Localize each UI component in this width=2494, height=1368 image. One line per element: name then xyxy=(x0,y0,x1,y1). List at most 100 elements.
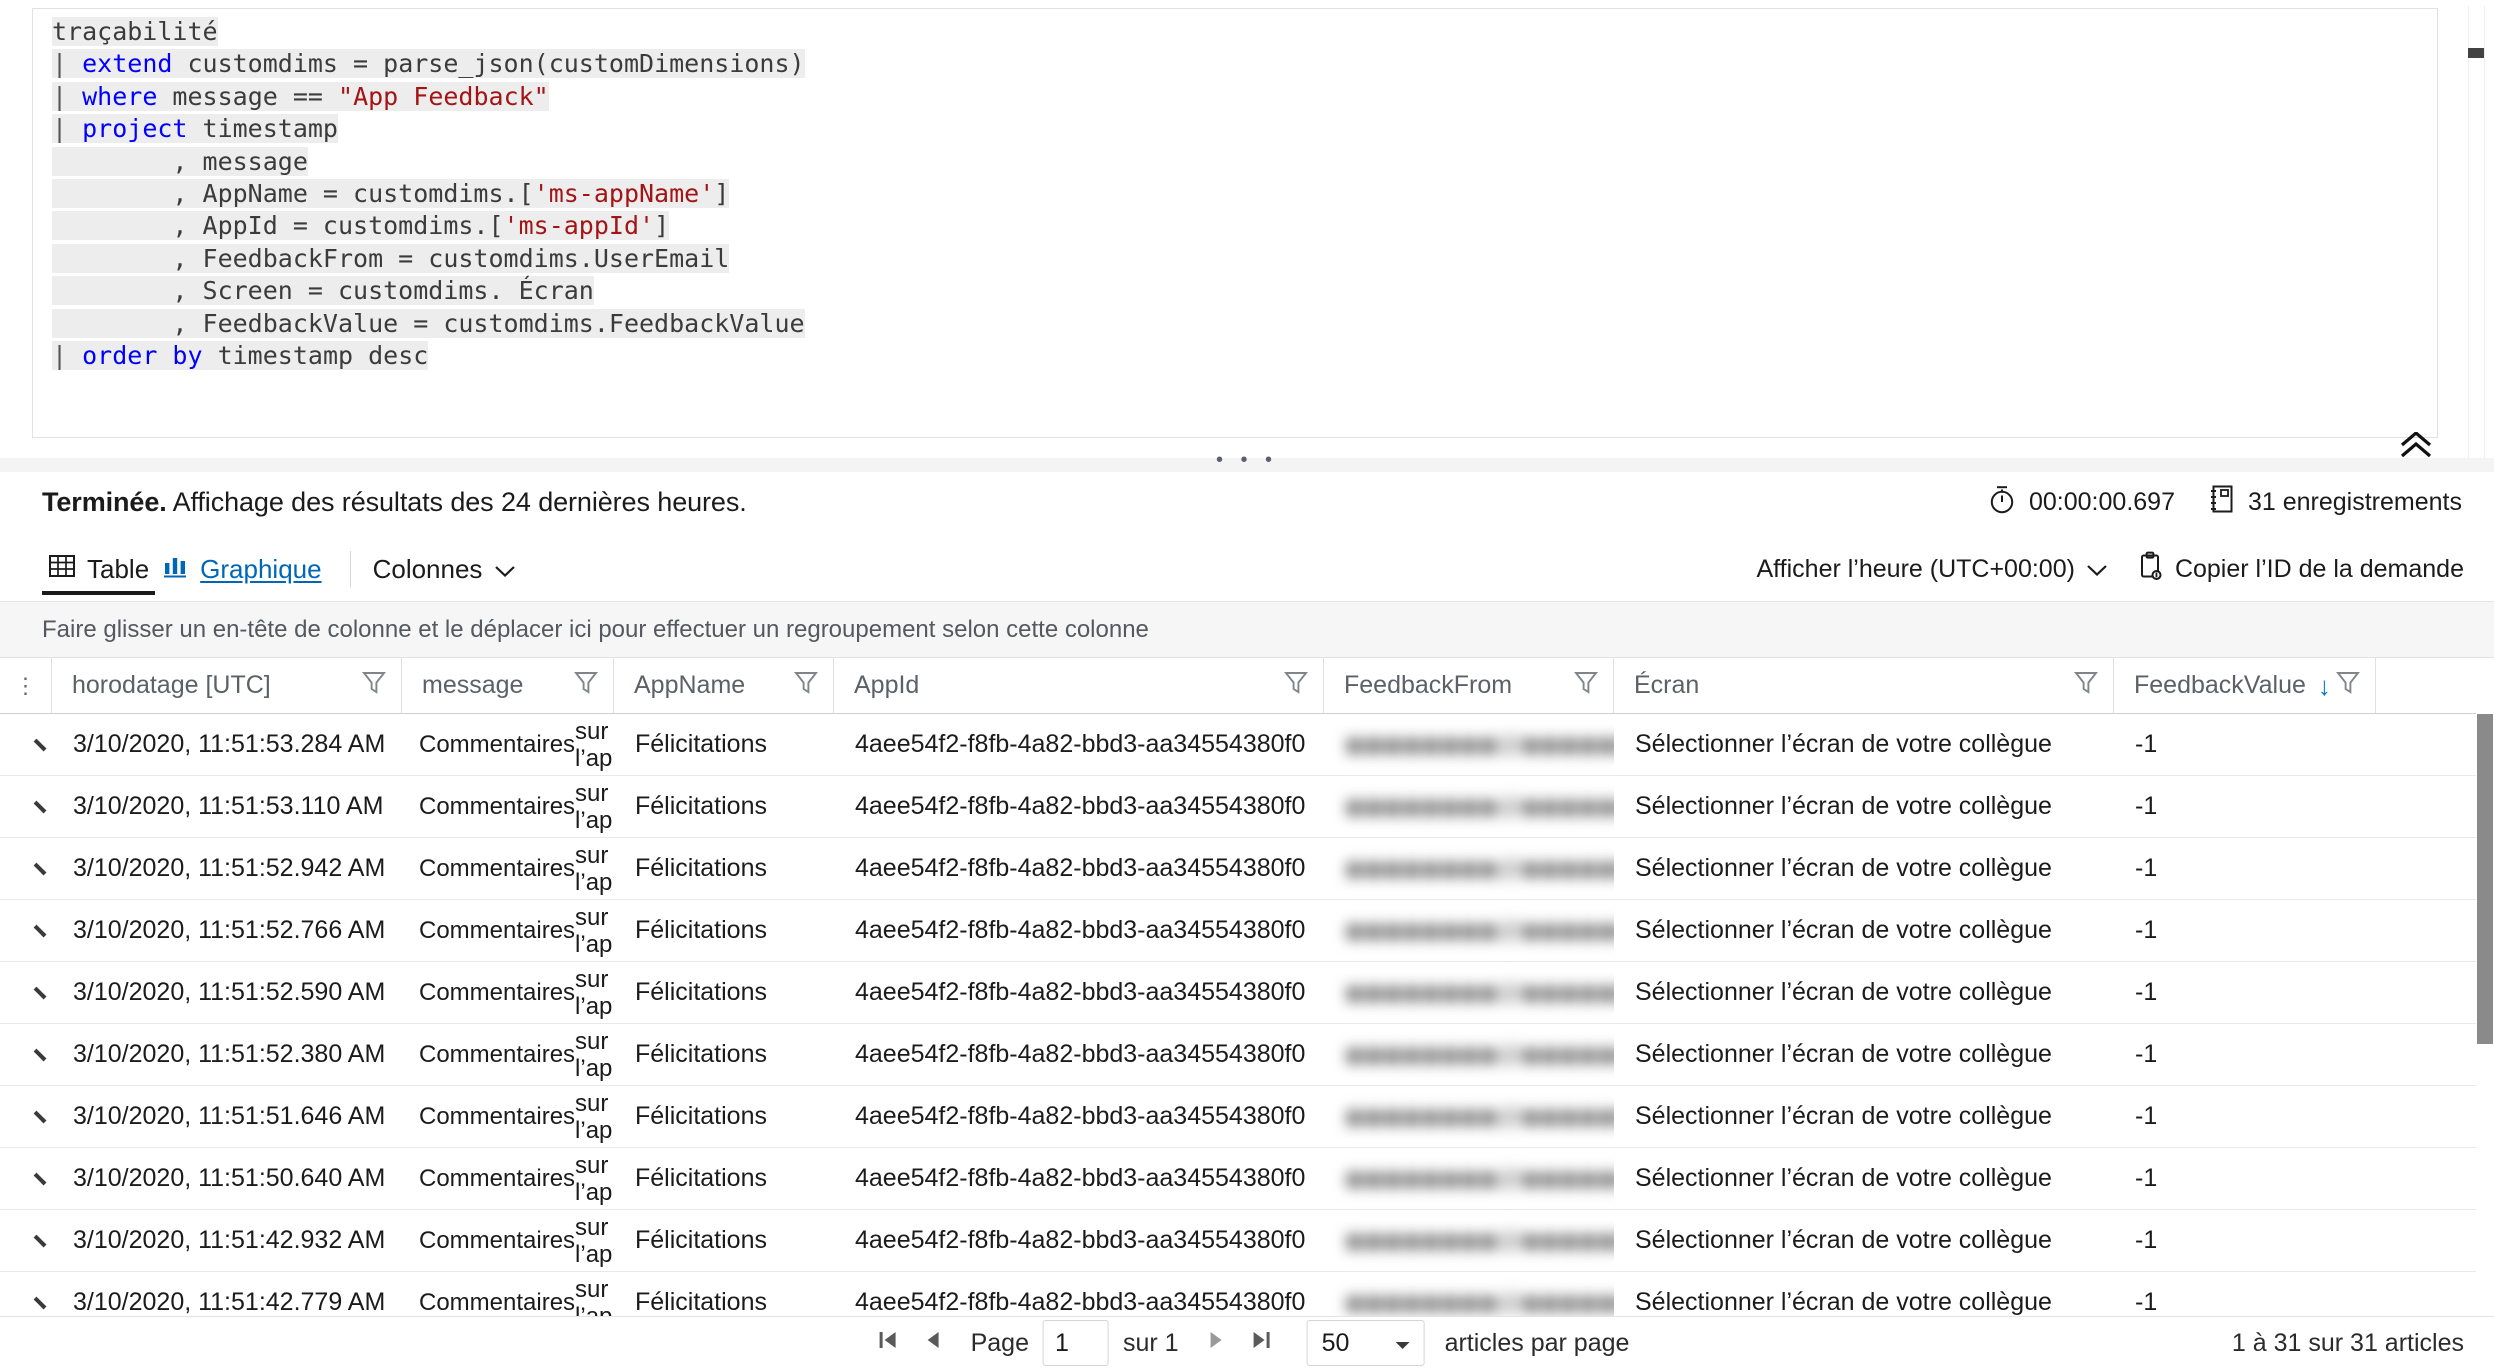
grid-header-corner[interactable]: ⋮ xyxy=(0,658,52,713)
query-editor-panel: traçabilité | extend customdims = parse_j… xyxy=(0,0,2494,472)
table-row[interactable]: 3/10/2020, 11:51:51.646 AM Commentaires su… xyxy=(0,1086,2494,1148)
row-expand-button[interactable] xyxy=(0,1272,53,1318)
table-row[interactable]: 3/10/2020, 11:51:53.110 AM Commentaires su… xyxy=(0,776,2494,838)
funnel-filter-icon[interactable] xyxy=(793,668,819,703)
go-to-last-page-icon xyxy=(1249,1327,1275,1360)
redacted-email: ◼◼◼◼◼◼◼◼@◼◼◼◼◼◼◼◼.com xyxy=(1345,1165,1615,1191)
query-line: | project timestamp xyxy=(52,113,2404,145)
query-token: , FeedbackValue = customdims.FeedbackVal… xyxy=(52,308,805,338)
table-row[interactable]: 3/10/2020, 11:51:52.766 AM Commentaires su… xyxy=(0,900,2494,962)
funnel-filter-icon[interactable] xyxy=(2335,668,2361,703)
query-token: | xyxy=(52,49,83,79)
chevron-down-icon xyxy=(1394,1329,1412,1358)
funnel-filter-icon[interactable] xyxy=(573,668,599,703)
cell-feedbackvalue: -1 xyxy=(2135,854,2158,882)
group-by-hint: Faire glisser un en-tête de colonne et l… xyxy=(42,615,1149,643)
column-header-AppId[interactable]: AppId xyxy=(834,658,1324,713)
previous-page-button[interactable] xyxy=(911,1320,957,1366)
timezone-selector[interactable]: Afficher l’heure (UTC+00:00) xyxy=(1757,555,2108,584)
query-token: project xyxy=(82,114,188,144)
table-grid-icon xyxy=(48,552,76,587)
cell-feedbackfrom: ◼◼◼◼◼◼◼◼@◼◼◼◼◼◼◼◼.com xyxy=(1325,1148,1615,1209)
page-size-select[interactable]: 50 xyxy=(1306,1320,1425,1366)
editor-scrollbar-thumb[interactable] xyxy=(2468,48,2484,58)
last-page-button[interactable] xyxy=(1239,1320,1285,1366)
funnel-filter-icon[interactable] xyxy=(361,668,387,703)
toolbar-right-actions: Afficher l’heure (UTC+00:00) Copier l’ID… xyxy=(1757,540,2464,598)
column-header-Écran[interactable]: Écran xyxy=(1614,658,2114,713)
column-header-AppName[interactable]: AppName xyxy=(614,658,834,713)
column-header-label: AppId xyxy=(854,671,920,699)
cell-appname: Félicitations xyxy=(635,1102,767,1130)
row-expand-button[interactable] xyxy=(0,1086,53,1147)
column-header-FeedbackFrom[interactable]: FeedbackFrom xyxy=(1324,658,1614,713)
first-page-button[interactable] xyxy=(865,1320,911,1366)
copy-request-id-button[interactable]: Copier l’ID de la demande xyxy=(2138,551,2464,588)
cell-appname: Félicitations xyxy=(635,1164,767,1192)
row-expand-button[interactable] xyxy=(0,776,53,837)
page-number-input[interactable] xyxy=(1042,1320,1109,1366)
query-token: , message xyxy=(52,146,308,176)
column-header-label: FeedbackValue ↓ xyxy=(2134,671,2331,700)
row-expand-button[interactable] xyxy=(0,1210,53,1271)
cell-message: Commentairessur l’application xyxy=(419,1275,614,1319)
cell-appname: Félicitations xyxy=(635,1040,767,1068)
status-message: Terminée. Affichage des résultats des 24… xyxy=(42,482,747,522)
funnel-filter-icon[interactable] xyxy=(1283,668,1309,703)
row-expand-button[interactable] xyxy=(0,900,53,961)
query-token: sage == xyxy=(217,81,339,111)
query-token: , Screen = customdims. Écran xyxy=(52,276,594,306)
query-token: timestamp desc xyxy=(202,340,429,370)
cell-timestamp: 3/10/2020, 11:51:53.110 AM xyxy=(73,792,384,820)
grid-scrollbar-thumb[interactable] xyxy=(2477,714,2493,1044)
next-page-button[interactable] xyxy=(1193,1320,1239,1366)
query-line: , FeedbackValue = customdims.FeedbackVal… xyxy=(52,308,2404,340)
table-row[interactable]: 3/10/2020, 11:51:52.942 AM Commentaires su… xyxy=(0,838,2494,900)
table-row[interactable]: 3/10/2020, 11:51:42.932 AM Commentaires su… xyxy=(0,1210,2494,1272)
funnel-filter-icon[interactable] xyxy=(2073,668,2099,703)
cell-message: Commentairessur l’application xyxy=(419,903,614,958)
funnel-filter-icon[interactable] xyxy=(1573,668,1599,703)
group-by-drop-zone[interactable]: Faire glisser un en-tête de colonne et l… xyxy=(0,602,2494,658)
page-of-label: sur 1 xyxy=(1122,1328,1179,1357)
cell-appid: 4aee54f2-f8fb-4a82-bbd3-aa34554380f0 xyxy=(855,1102,1306,1130)
cell-appid: 4aee54f2-f8fb-4a82-bbd3-aa34554380f0 xyxy=(855,978,1306,1006)
column-chooser-icon[interactable]: ⋮ xyxy=(15,673,37,699)
table-row[interactable]: 3/10/2020, 11:51:52.380 AM Commentaires su… xyxy=(0,1024,2494,1086)
query-token: "App Feedback" xyxy=(338,81,549,111)
row-expand-button[interactable] xyxy=(0,714,53,775)
query-token: | xyxy=(52,114,83,144)
column-header-message[interactable]: message xyxy=(402,658,614,713)
table-row[interactable]: 3/10/2020, 11:51:53.284 AM Commentaires su… xyxy=(0,714,2494,776)
table-row[interactable]: 3/10/2020, 11:51:42.779 AM Commentaires su… xyxy=(0,1272,2494,1318)
page-label: Page xyxy=(970,1328,1029,1357)
columns-menu-button[interactable]: Colonnes xyxy=(373,540,517,598)
cell-message: Commentairessur l’application xyxy=(419,965,614,1020)
editor-scrollbar-track[interactable] xyxy=(2468,6,2485,466)
cell-screen: Sélectionner l’écran de votre collègue xyxy=(1635,916,2052,944)
table-row[interactable]: 3/10/2020, 11:51:50.640 AM Commentaires su… xyxy=(0,1148,2494,1210)
table-row[interactable]: 3/10/2020, 11:51:52.590 AM Commentaires su… xyxy=(0,962,2494,1024)
row-expand-button[interactable] xyxy=(0,1024,53,1085)
grid-pager: Page sur 1 50 xyxy=(0,1316,2494,1368)
query-token: , FeedbackFrom = customdims.UserEmail xyxy=(52,243,730,273)
row-expand-button[interactable] xyxy=(0,838,53,899)
cell-screen: Sélectionner l’écran de votre collègue xyxy=(1635,1040,2052,1068)
tab-table[interactable]: Table xyxy=(42,540,156,598)
cell-feedbackfrom: ◼◼◼◼◼◼◼◼@◼◼◼◼◼◼◼◼.com xyxy=(1325,900,1615,961)
row-expand-button[interactable] xyxy=(0,962,53,1023)
tab-chart[interactable]: Graphique xyxy=(155,540,327,598)
redacted-email: ◼◼◼◼◼◼◼◼@◼◼◼◼◼◼◼◼.com xyxy=(1345,855,1615,881)
cell-timestamp: 3/10/2020, 11:51:52.590 AM xyxy=(73,978,386,1006)
query-editor-text[interactable]: traçabilité | extend customdims = parse_j… xyxy=(52,16,2404,372)
cell-message: Commentairessur l’application xyxy=(419,1213,614,1268)
editor-splitter[interactable]: • • • xyxy=(0,450,2494,472)
query-token: ] xyxy=(654,211,670,241)
cell-feedbackfrom: ◼◼◼◼◼◼◼◼@◼◼◼◼◼◼◼◼.com xyxy=(1325,962,1615,1023)
query-token: 'ms-appId' xyxy=(503,211,655,241)
chevron-right-icon xyxy=(33,800,47,813)
column-header-FeedbackValue[interactable]: FeedbackValue ↓ xyxy=(2114,658,2376,713)
cell-timestamp: 3/10/2020, 11:51:51.646 AM xyxy=(73,1102,386,1130)
row-expand-button[interactable] xyxy=(0,1148,53,1209)
column-header-horodatage [UTC][interactable]: horodatage [UTC] xyxy=(52,658,402,713)
